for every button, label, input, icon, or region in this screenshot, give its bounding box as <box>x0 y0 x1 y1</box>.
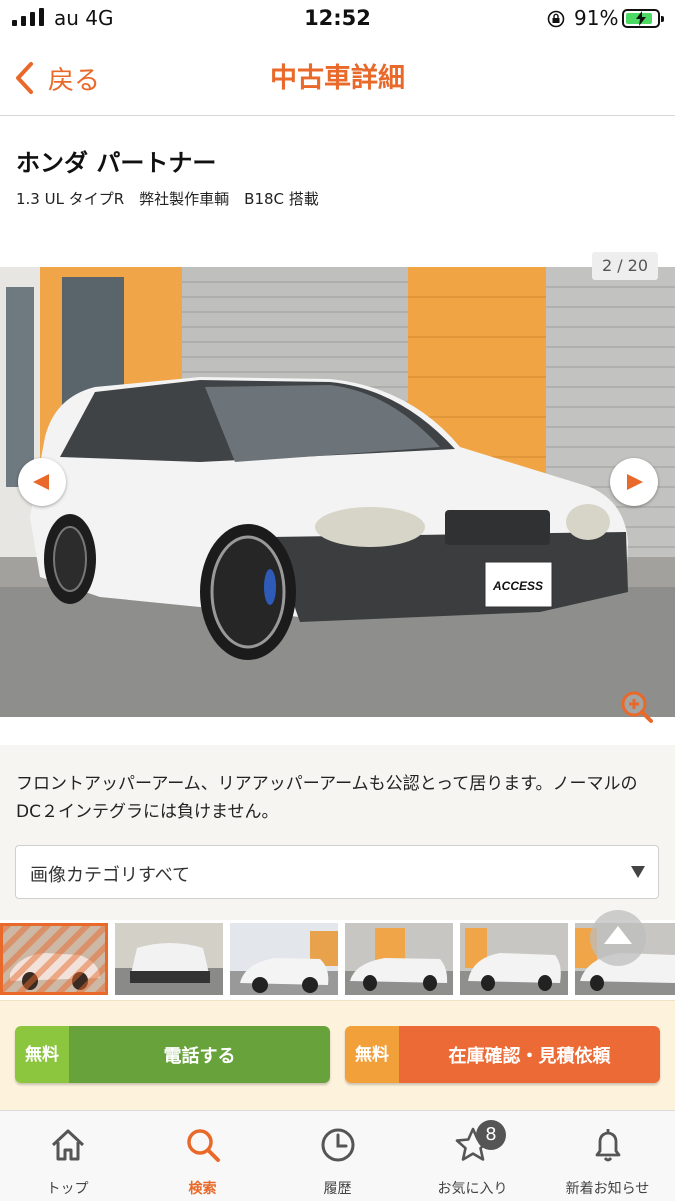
triangle-up-icon <box>604 926 632 944</box>
image-category-value: 画像カテゴリすべて <box>30 865 191 886</box>
triangle-right-icon <box>627 474 643 490</box>
home-icon <box>51 1129 84 1161</box>
tab-search[interactable]: 検索 <box>135 1111 270 1201</box>
tab-top[interactable]: トップ <box>0 1111 135 1201</box>
tab-notifications-label: 新着お知らせ <box>565 1181 650 1197</box>
license-plate-text: ACCESS <box>492 579 543 593</box>
favorites-count-badge: 8 <box>476 1120 506 1150</box>
scroll-to-top-button[interactable] <box>590 910 646 966</box>
tab-bar: トップ 検索 履歴 8 お気に入り 新着お知らせ <box>0 1110 675 1201</box>
inquiry-free-badge: 無料 <box>345 1026 399 1083</box>
inquiry-button[interactable]: 無料 在庫確認・見積依頼 <box>345 1026 660 1083</box>
car-photo-illustration: ACCESS <box>0 267 675 717</box>
prev-photo-button[interactable] <box>18 458 66 506</box>
tab-history[interactable]: 履歴 <box>270 1111 405 1201</box>
tab-favorites[interactable]: 8 お気に入り <box>405 1111 540 1201</box>
tab-notifications[interactable]: 新着お知らせ <box>540 1111 675 1201</box>
tab-top-label: トップ <box>46 1181 89 1197</box>
thumbnail-2[interactable] <box>115 923 223 995</box>
car-subtitle: 1.3 UL タイプR 弊社製作車輌 B18C 搭載 <box>16 190 319 208</box>
thumbnail-4[interactable] <box>345 923 453 995</box>
thumbnail-strip <box>0 921 675 996</box>
tab-favorites-label: お気に入り <box>437 1181 508 1197</box>
bell-icon <box>595 1129 620 1162</box>
battery-percent: 91% <box>574 6 619 30</box>
car-title: ホンダ パートナー <box>16 149 217 177</box>
description-text: フロントアッパーアーム、リアアッパーアームも公認とって居ります。ノーマルのDC２… <box>16 774 638 822</box>
next-photo-button[interactable] <box>610 458 658 506</box>
inquiry-button-label: 在庫確認・見積依頼 <box>399 1026 660 1083</box>
tab-search-label: 検索 <box>188 1181 217 1197</box>
thumbnail-3[interactable] <box>230 923 338 995</box>
photo-counter: 2 / 20 <box>592 252 658 280</box>
orientation-lock-icon <box>547 10 565 28</box>
main-car-photo[interactable]: ACCESS <box>0 267 675 717</box>
call-button[interactable]: 無料 電話する <box>15 1026 330 1083</box>
navigation-bar: 戻る 中古車詳細 <box>0 40 675 116</box>
clock-icon <box>321 1128 354 1162</box>
triangle-left-icon <box>33 474 49 490</box>
call-button-label: 電話する <box>69 1026 330 1083</box>
zoom-in-icon[interactable] <box>620 690 654 724</box>
caret-down-icon <box>631 866 645 878</box>
tab-history-label: 履歴 <box>323 1181 352 1197</box>
page-title: 中古車詳細 <box>270 63 405 94</box>
status-bar: au 4G 12:52 91% <box>0 0 675 40</box>
image-category-select[interactable]: 画像カテゴリすべて <box>15 845 659 899</box>
search-icon <box>186 1129 220 1162</box>
thumbnail-1[interactable] <box>0 923 108 995</box>
battery-icon <box>622 9 664 28</box>
call-free-badge: 無料 <box>15 1026 69 1083</box>
thumbnail-5[interactable] <box>460 923 568 995</box>
